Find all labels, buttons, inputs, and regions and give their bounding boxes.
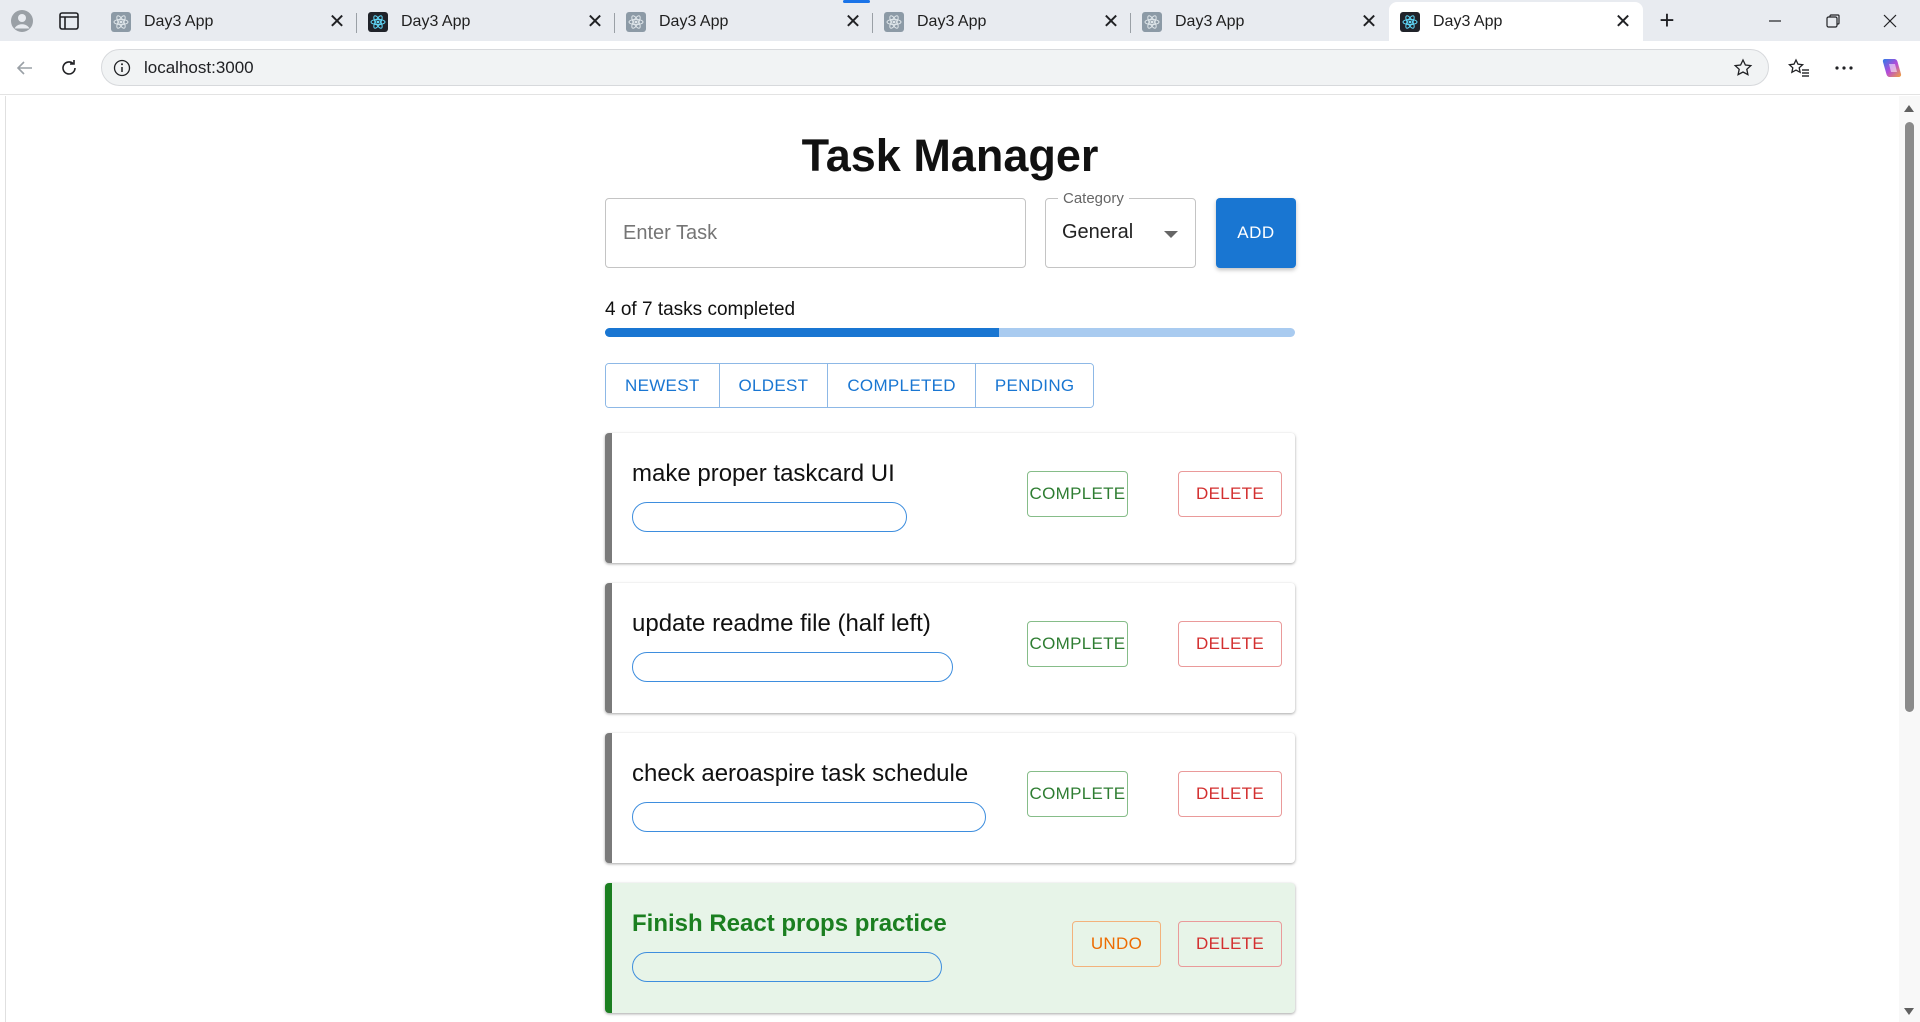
filter-pending-button[interactable]: PENDING xyxy=(975,364,1094,407)
task-card-completed: Finish React props practice UNDO DELETE xyxy=(605,883,1295,1013)
tab-title: Day3 App xyxy=(401,12,471,30)
complete-button[interactable]: COMPLETE xyxy=(1027,621,1128,667)
filter-completed-button[interactable]: COMPLETED xyxy=(828,364,976,407)
scroll-up-icon[interactable] xyxy=(1904,105,1914,112)
filter-oldest-button[interactable]: OLDEST xyxy=(719,364,829,407)
close-icon[interactable]: ✕ xyxy=(1355,8,1383,36)
react-icon xyxy=(625,11,647,33)
url-text: localhost:3000 xyxy=(144,57,254,77)
delete-button[interactable]: DELETE xyxy=(1178,771,1282,817)
task-card: check aeroaspire task schedule COMPLETE … xyxy=(605,733,1295,863)
site-info-icon[interactable] xyxy=(112,58,132,78)
task-input[interactable] xyxy=(605,198,1026,268)
close-icon[interactable]: ✕ xyxy=(323,8,351,36)
tab-title: Day3 App xyxy=(659,12,729,30)
close-icon[interactable]: ✕ xyxy=(1609,8,1637,36)
tab-title: Day3 App xyxy=(144,12,214,30)
dropdown-arrow-icon xyxy=(1164,231,1178,238)
tab[interactable]: Day3 App ✕ xyxy=(615,2,873,41)
task-title: update readme file (half left) xyxy=(632,610,931,637)
tab-actions-icon[interactable] xyxy=(55,7,83,35)
vertical-scrollbar[interactable] xyxy=(1899,96,1920,1022)
new-tab-icon[interactable]: + xyxy=(1650,5,1684,35)
tab-title: Day3 App xyxy=(1433,12,1503,30)
complete-button[interactable]: COMPLETE xyxy=(1027,471,1128,517)
task-category-chip xyxy=(632,652,953,682)
tab[interactable]: Day3 App ✕ xyxy=(873,2,1131,41)
tab[interactable]: Day3 App ✕ xyxy=(357,2,615,41)
close-icon[interactable]: ✕ xyxy=(581,8,609,36)
progress-text: 4 of 7 tasks completed xyxy=(605,299,796,320)
react-icon xyxy=(367,11,389,33)
category-select[interactable]: Category General xyxy=(1045,190,1196,268)
browser-toolbar: localhost:3000 xyxy=(0,41,1920,95)
back-icon[interactable] xyxy=(10,53,40,83)
progress-bar xyxy=(605,328,1295,337)
tab-title: Day3 App xyxy=(917,12,987,30)
task-category-chip xyxy=(632,802,986,832)
task-category-chip xyxy=(632,502,907,532)
tab-title: Day3 App xyxy=(1175,12,1245,30)
react-icon xyxy=(1141,11,1163,33)
favorites-icon[interactable] xyxy=(1784,53,1814,83)
undo-button[interactable]: UNDO xyxy=(1072,921,1161,967)
tab-strip: Day3 App ✕ Day3 App ✕ Day3 App ✕ Day3 Ap… xyxy=(0,0,1920,41)
react-icon xyxy=(883,11,905,33)
task-category-chip xyxy=(632,952,942,982)
react-icon xyxy=(110,11,132,33)
delete-button[interactable]: DELETE xyxy=(1178,471,1282,517)
task-title: make proper taskcard UI xyxy=(632,460,895,487)
copilot-icon[interactable] xyxy=(1877,53,1907,83)
page-title: Task Manager xyxy=(801,130,1099,181)
scrollbar-thumb[interactable] xyxy=(1905,122,1914,712)
delete-button[interactable]: DELETE xyxy=(1178,921,1282,967)
task-card: make proper taskcard UI COMPLETE DELETE xyxy=(605,433,1295,563)
delete-button[interactable]: DELETE xyxy=(1178,621,1282,667)
minimize-icon[interactable] xyxy=(1747,0,1803,41)
window-close-icon[interactable] xyxy=(1862,0,1918,41)
restore-icon[interactable] xyxy=(1805,0,1861,41)
scroll-down-icon[interactable] xyxy=(1904,1008,1914,1015)
task-card: update readme file (half left) COMPLETE … xyxy=(605,583,1295,713)
more-options-icon[interactable] xyxy=(1829,53,1859,83)
category-value: General xyxy=(1062,221,1134,243)
profile-icon[interactable] xyxy=(8,7,36,35)
complete-button[interactable]: COMPLETE xyxy=(1027,771,1128,817)
tab[interactable]: Day3 App ✕ xyxy=(1131,2,1389,41)
tab-active[interactable]: Day3 App ✕ xyxy=(1389,2,1643,41)
sort-filter-group: NEWEST OLDEST COMPLETED PENDING xyxy=(605,363,1095,408)
favorite-star-icon[interactable] xyxy=(1732,57,1754,79)
reload-icon[interactable] xyxy=(54,53,84,83)
progress-bar-fill xyxy=(605,328,1000,337)
react-icon xyxy=(1399,11,1421,33)
filter-newest-button[interactable]: NEWEST xyxy=(606,364,720,407)
add-task-button[interactable]: ADD xyxy=(1216,198,1296,268)
task-title: Finish React props practice xyxy=(632,910,947,937)
task-title: check aeroaspire task schedule xyxy=(632,760,969,787)
close-icon[interactable]: ✕ xyxy=(1097,8,1125,36)
category-label: Category xyxy=(1058,190,1129,207)
close-icon[interactable]: ✕ xyxy=(839,8,867,36)
tab[interactable]: Day3 App ✕ xyxy=(100,2,357,41)
address-bar[interactable]: localhost:3000 xyxy=(101,49,1769,86)
